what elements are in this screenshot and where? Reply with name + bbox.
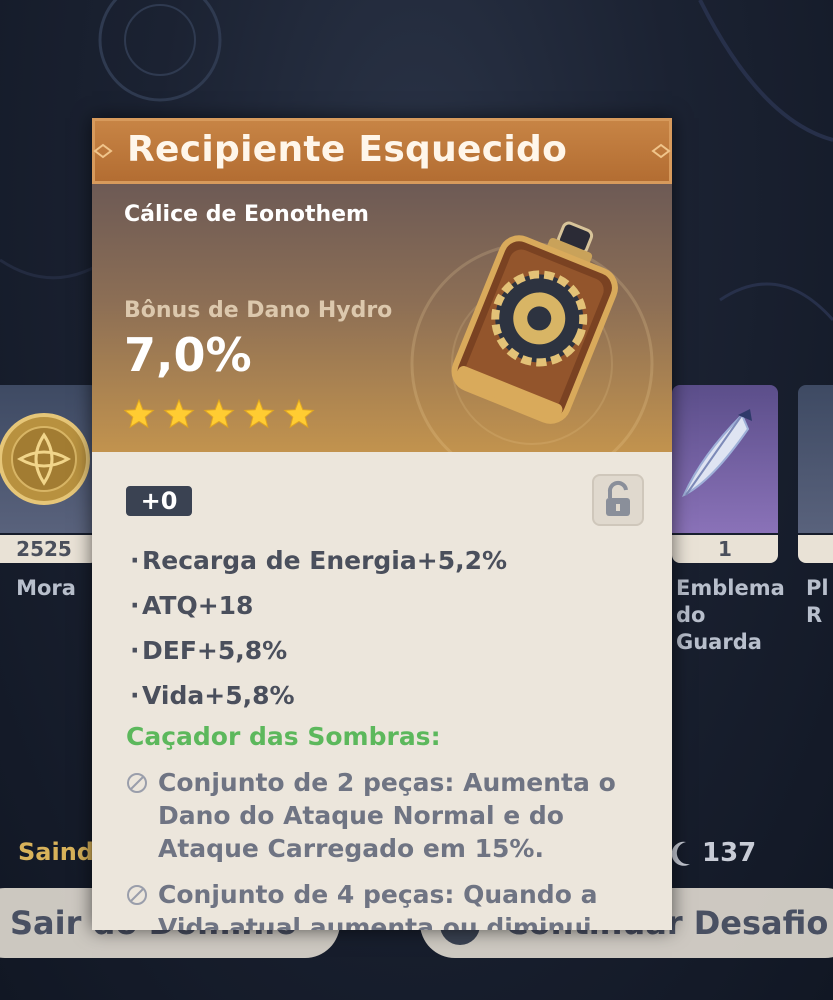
rarity-stars xyxy=(124,398,315,429)
substat-atk: ATQ+18 xyxy=(142,591,254,620)
substat-bullet: · xyxy=(130,636,140,665)
star-icon xyxy=(163,398,195,429)
lock-toggle-button[interactable] xyxy=(592,474,644,526)
main-stat-label: Bônus de Dano Hydro xyxy=(124,298,393,323)
reward-card-emblema[interactable]: 1 xyxy=(672,385,778,563)
reward-card-mora[interactable]: 2525 xyxy=(0,385,98,563)
set-effect-2pc: Conjunto de 2 peças: Aumenta o Dano do A… xyxy=(126,766,636,865)
reward-art xyxy=(672,385,778,533)
set-effect-4pc: Conjunto de 4 peças: Quando a Vida atual… xyxy=(126,878,636,930)
artifact-hero: Cálice de Eonothem Bônus de Dano Hydro 7… xyxy=(92,184,672,452)
substat-row: · Vida+5,8% xyxy=(130,681,295,710)
star-icon xyxy=(283,398,315,429)
main-stat-value: 7,0% xyxy=(124,328,252,382)
mora-coin-icon xyxy=(0,413,90,505)
artifact-slot: Cálice de Eonothem xyxy=(124,202,369,227)
artifact-level: +0 xyxy=(126,486,192,516)
item-icon xyxy=(798,385,833,533)
inactive-circle-icon xyxy=(127,885,147,905)
reward-count: 2525 xyxy=(0,535,98,563)
feather-icon xyxy=(681,409,752,498)
reward-count xyxy=(798,535,833,563)
reward-card-partial[interactable] xyxy=(798,385,833,563)
substat-hp: Vida+5,8% xyxy=(142,681,295,710)
substat-def: DEF+5,8% xyxy=(142,636,288,665)
reward-count: 1 xyxy=(672,535,778,563)
artifact-tooltip: Recipiente Esquecido Cálice de Eonothem … xyxy=(92,118,672,930)
reward-name-mora: Mora xyxy=(16,576,76,600)
substat-energy-recharge: Recarga de Energia+5,2% xyxy=(142,546,508,575)
resin-count: 137 xyxy=(702,838,757,868)
substat-bullet: · xyxy=(130,681,140,710)
set-effect-4pc-text: Conjunto de 4 peças: Quando a Vida atual… xyxy=(158,880,598,930)
substat-row: · ATQ+18 xyxy=(130,591,253,620)
header-ornament-icon xyxy=(651,143,671,159)
reward-art xyxy=(0,385,98,533)
reward-name-emblema: Emblema do Guarda xyxy=(676,576,785,654)
reward-name-partial: Pl R xyxy=(806,576,829,627)
star-icon xyxy=(203,398,235,429)
header-ornament-icon xyxy=(93,143,113,159)
artifact-name: Recipiente Esquecido xyxy=(127,129,568,170)
substat-bullet: · xyxy=(130,591,140,620)
star-icon xyxy=(124,398,155,429)
substat-row: · DEF+5,8% xyxy=(130,636,287,665)
substat-bullet: · xyxy=(130,546,140,575)
unlock-icon xyxy=(606,480,630,516)
star-icon xyxy=(243,398,275,429)
substat-row: · Recarga de Energia+5,2% xyxy=(130,546,507,575)
tooltip-header: Recipiente Esquecido xyxy=(92,118,672,184)
set-effect-2pc-text: Conjunto de 2 peças: Aumenta o Dano do A… xyxy=(158,768,616,863)
flask-gear-icon xyxy=(451,221,618,424)
leaving-domain-label: Saind xyxy=(18,838,94,866)
artifact-set-name: Caçador das Sombras: xyxy=(126,722,441,751)
inactive-circle-icon xyxy=(127,773,147,793)
